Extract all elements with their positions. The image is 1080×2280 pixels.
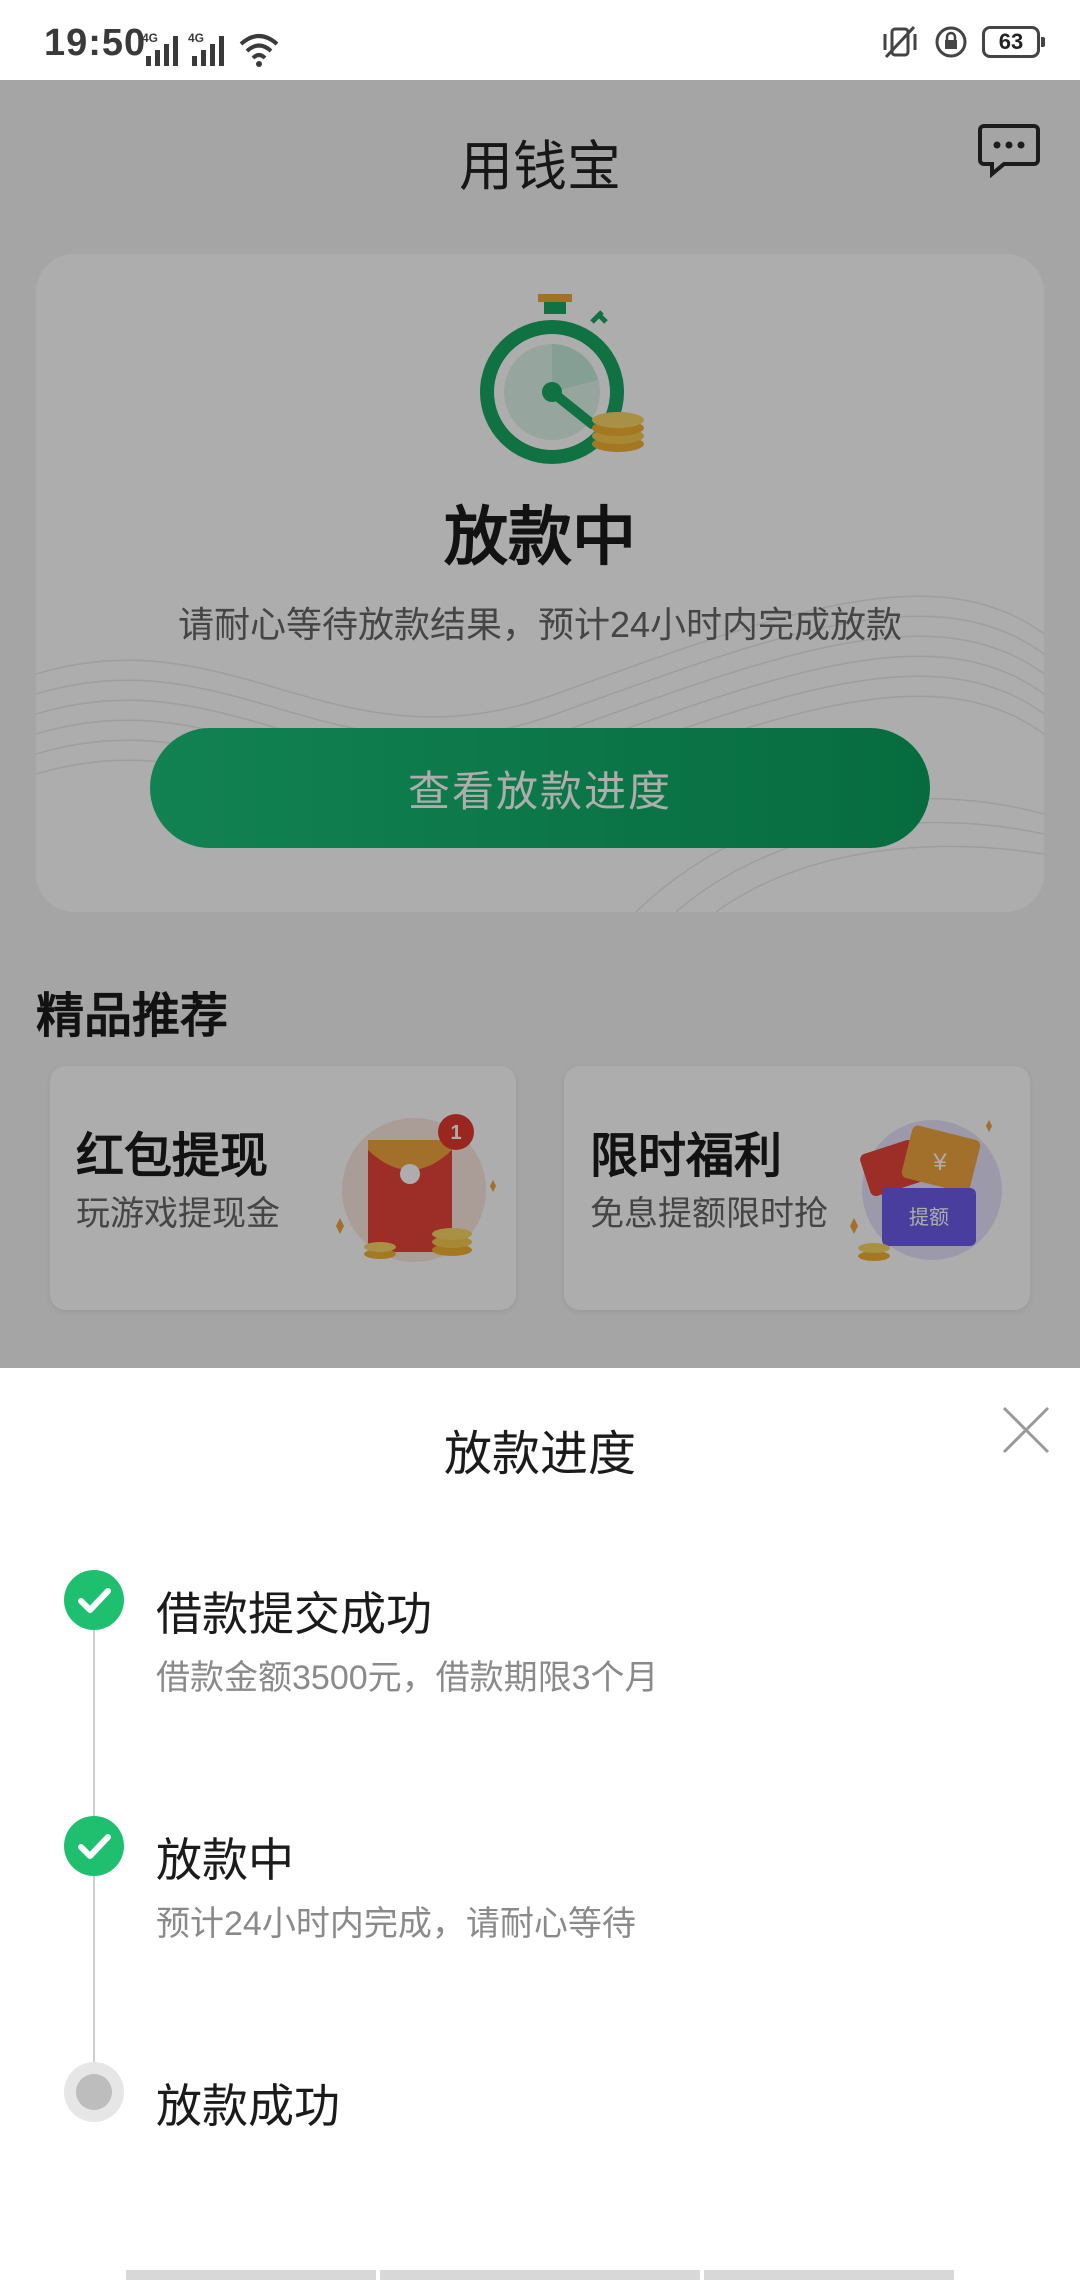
- battery-indicator: 63: [982, 26, 1045, 58]
- loan-progress-sheet: 放款进度 借款提交成功 借款金额3500元，借款期限3个月 放款中 预计24小时…: [0, 1368, 1080, 2280]
- nav-bar-segment: [380, 2270, 700, 2280]
- close-icon[interactable]: [998, 1402, 1054, 1458]
- status-bar: 19:50 4G 4G 63: [0, 0, 1080, 80]
- step-desc: 借款金额3500元，借款期限3个月: [156, 1659, 659, 1697]
- vibrate-mute-icon: [883, 25, 917, 59]
- lock-rotation-icon: [935, 26, 967, 58]
- sheet-title: 放款进度: [443, 1428, 636, 1481]
- signal-icon-2: 4G: [188, 31, 224, 66]
- wifi-icon: [239, 34, 279, 67]
- step-check-icon: [64, 1570, 124, 1630]
- nav-bar-segment: [704, 2270, 954, 2280]
- network-label-1: 4G: [142, 31, 158, 45]
- modal-backdrop[interactable]: [0, 80, 1080, 1368]
- step-title: 放款成功: [156, 2080, 340, 2132]
- step-desc: 预计24小时内完成，请耐心等待: [156, 1905, 636, 1943]
- nav-bar-segment: [126, 2270, 376, 2280]
- step-check-icon: [64, 1816, 124, 1876]
- network-label-2: 4G: [188, 31, 204, 45]
- step-title: 借款提交成功: [156, 1588, 432, 1640]
- signal-icon: 4G: [142, 31, 178, 66]
- step-title: 放款中: [156, 1834, 294, 1886]
- status-time: 19:50: [44, 22, 147, 64]
- step-pending-icon: [64, 2062, 124, 2122]
